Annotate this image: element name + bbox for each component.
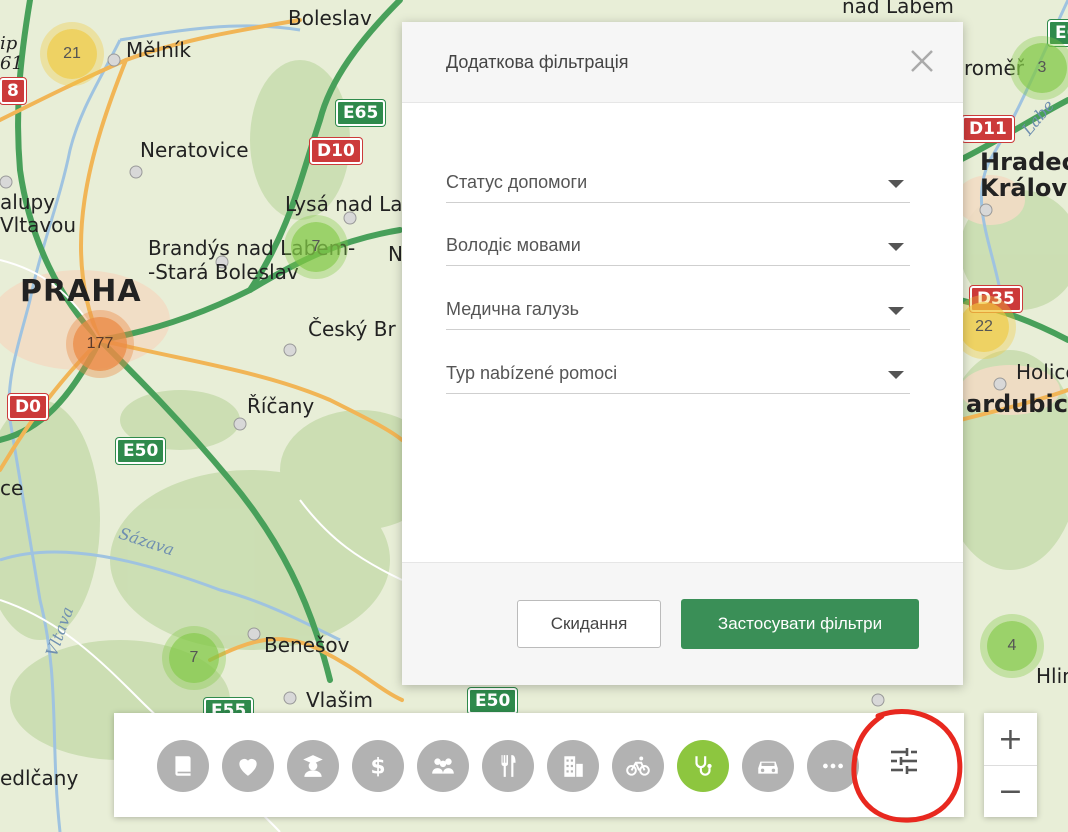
car-icon (758, 761, 778, 774)
city-label-ce: ce (0, 476, 24, 500)
map-cluster-c7b[interactable]: 7 (169, 633, 219, 683)
category-food-button[interactable] (482, 740, 534, 792)
category-housing-button[interactable] (547, 740, 599, 792)
caret-down-icon (888, 307, 904, 315)
city-label-neratovice: Neratovice (140, 138, 249, 162)
city-label-vltavou: Vltavou (0, 213, 77, 237)
select-help-status[interactable]: Статус допомоги (446, 166, 910, 203)
city-label-romer: roměř (964, 56, 1025, 80)
zoom-control: + − (984, 713, 1037, 817)
modal-header: Додаткова фільтрація (402, 22, 963, 103)
road-shield-d10: D10 (310, 138, 362, 164)
dollar-icon: $ (370, 755, 385, 779)
building-icon (564, 756, 583, 777)
category-money-button[interactable]: $ (352, 740, 404, 792)
select-label: Статус допомоги (446, 172, 588, 192)
category-people-button[interactable] (417, 740, 469, 792)
map-cluster-c21[interactable]: 21 (47, 29, 97, 79)
city-label-hlin: Hlin (1036, 664, 1068, 688)
city-label-melnik: Mělník (126, 38, 191, 62)
road-shield-d11: D11 (962, 116, 1014, 142)
apply-filters-button[interactable]: Застосувати фільтри (681, 599, 919, 649)
stethoscope-icon (695, 756, 712, 776)
close-icon (911, 50, 933, 72)
map-cluster-c177[interactable]: 177 (73, 317, 127, 371)
sliders-icon (891, 748, 917, 774)
caret-down-icon (888, 243, 904, 251)
road-shield-e50a: E50 (116, 438, 166, 464)
road-shield-e50b: E50 (468, 688, 518, 714)
city-label-n: N (388, 242, 403, 266)
city-label-lysa: Lysá nad La (285, 192, 403, 216)
category-sport-button[interactable] (612, 740, 664, 792)
select-label: Володіє мовами (446, 235, 581, 255)
fork-knife-icon (501, 755, 516, 777)
road-shield-d8: 8 (0, 78, 26, 104)
city-label-sedlcany: edlčany (0, 766, 79, 790)
category-toolbar: $ (114, 713, 964, 817)
map-cluster-c7a[interactable]: 7 (291, 222, 341, 272)
road-shield-e65: E65 (336, 100, 386, 126)
reset-button[interactable]: Скидання (517, 600, 661, 648)
road-shield-e6: E6 (1048, 20, 1068, 46)
city-label-brandys2: -Stará Boleslav (148, 260, 299, 284)
zoom-out-button[interactable]: − (984, 765, 1037, 817)
city-label-pardubice: ardubice (966, 390, 1068, 418)
category-heart-button[interactable] (222, 740, 274, 792)
map-cluster-c4[interactable]: 4 (987, 621, 1037, 671)
partial-label-text: ip 61 (0, 33, 23, 74)
category-book-button[interactable] (157, 740, 209, 792)
city-label-hradec: Hradec (980, 148, 1068, 176)
city-label-vlasim: Vlašim (306, 688, 373, 712)
select-help-type[interactable]: Typ nabízené pomoci (446, 357, 910, 394)
city-label-holice: Holice (1016, 360, 1068, 384)
book-icon (175, 756, 191, 776)
more-dots-icon (823, 763, 843, 769)
category-medical-button[interactable] (677, 740, 729, 792)
city-label-zalupy: alupy (0, 190, 56, 214)
svg-text:$: $ (370, 755, 385, 779)
category-education-button[interactable] (287, 740, 339, 792)
zoom-in-button[interactable]: + (984, 713, 1037, 766)
filter-settings-button[interactable] (882, 739, 926, 783)
select-languages[interactable]: Володіє мовами (446, 229, 910, 266)
select-label: Медична галузь (446, 299, 580, 319)
map-cluster-c3[interactable]: 3 (1017, 43, 1067, 93)
select-label: Typ nabízené pomoci (446, 363, 618, 383)
heart-icon (239, 758, 257, 776)
modal-footer: Скидання Застосувати фільтри (402, 562, 963, 685)
city-label-cesky: Český Br (308, 317, 396, 341)
category-more-button[interactable] (807, 740, 859, 792)
city-label-boleslav: Boleslav (288, 6, 372, 30)
graduate-icon (303, 755, 323, 777)
city-label-nad-labem: nad Labem (842, 0, 954, 18)
city-label-kralove: Králové (980, 174, 1068, 202)
city-label-praha: PRAHA (20, 274, 142, 309)
city-label-ricany: Říčany (247, 394, 315, 418)
city-label-benesov: Benešov (264, 633, 350, 657)
caret-down-icon (888, 371, 904, 379)
filter-modal: Додаткова фільтрація Статус допомоги Вол… (402, 22, 963, 685)
close-button[interactable] (909, 48, 935, 74)
select-medical-field[interactable]: Медична галузь (446, 293, 910, 330)
modal-title: Додаткова фільтрація (446, 52, 629, 72)
bicycle-icon (626, 756, 650, 776)
partial-label-top-left: ip 61 (0, 34, 23, 74)
caret-down-icon (888, 180, 904, 188)
map-cluster-c22[interactable]: 22 (959, 302, 1009, 352)
category-transport-button[interactable] (742, 740, 794, 792)
road-shield-d0: D0 (8, 394, 48, 420)
group-icon (432, 758, 454, 774)
